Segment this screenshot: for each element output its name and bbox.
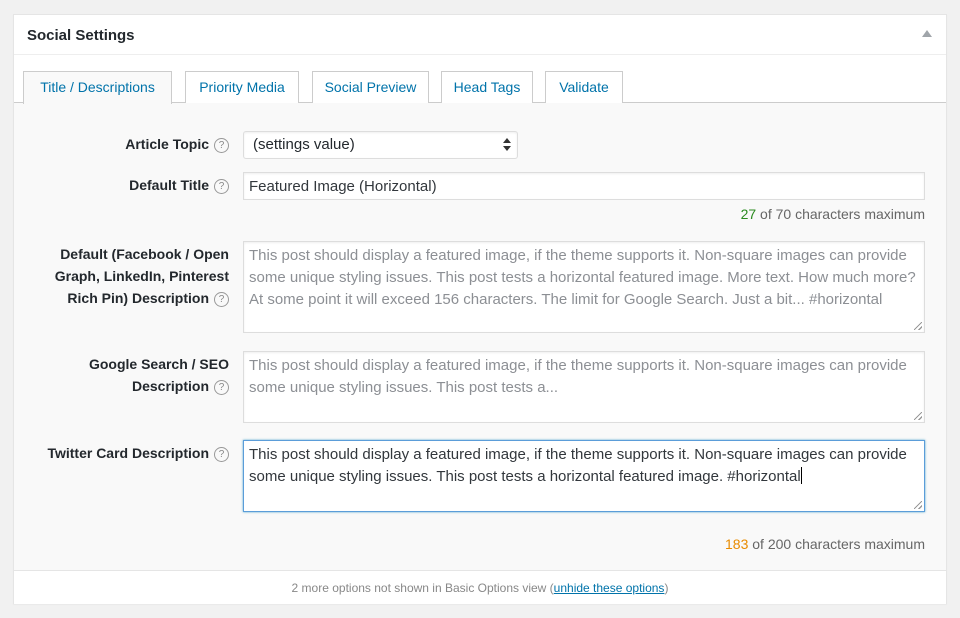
twitter-description-textarea[interactable]: This post should display a featured imag… (243, 440, 925, 512)
article-topic-selected-value: (settings value) (253, 136, 355, 153)
default-title-label: Default Title? (129, 174, 229, 196)
default-title-label-text: Default Title (129, 177, 209, 193)
collapse-arrow-icon[interactable] (922, 30, 932, 37)
og-description-label-line1: Default (Facebook / Open (60, 246, 229, 262)
seo-description-label-line2-wrap: Description? (9, 375, 229, 397)
twitter-description-label: Twitter Card Description? (47, 442, 229, 464)
seo-description-label-line1: Google Search / SEO (88, 356, 229, 372)
og-description-label-line2: Graph, LinkedIn, Pinterest (54, 268, 229, 284)
text-caret (800, 467, 802, 484)
footer-text: 2 more options not shown in Basic Option… (291, 581, 554, 595)
panel-title: Social Settings (27, 27, 135, 44)
tab-priority-media[interactable]: Priority Media (185, 71, 299, 103)
og-description-textarea[interactable]: This post should display a featured imag… (243, 241, 925, 333)
default-title-counter: 27 of 70 characters maximum (741, 206, 925, 222)
article-topic-label-text: Article Topic (125, 136, 209, 152)
tab-social-preview[interactable]: Social Preview (312, 71, 429, 103)
help-icon[interactable]: ? (214, 138, 229, 153)
tabs-bar: Title / Descriptions Priority Media Soci… (14, 55, 946, 104)
twitter-description-label-text: Twitter Card Description (47, 445, 209, 461)
seo-description-label-line2: Description (131, 378, 209, 394)
footer-text-end: ) (664, 581, 669, 595)
default-title-input[interactable]: Featured Image (Horizontal) (243, 172, 925, 200)
seo-description-label: Google Search / SEO Description? (9, 353, 229, 397)
resize-grip-icon[interactable] (914, 412, 922, 420)
og-description-placeholder: This post should display a featured imag… (249, 247, 916, 308)
panel-header: Social Settings (14, 15, 946, 55)
default-title-count: 27 (740, 206, 757, 222)
seo-description-textarea[interactable]: This post should display a featured imag… (243, 351, 925, 423)
resize-grip-icon[interactable] (914, 322, 922, 330)
help-icon[interactable]: ? (214, 292, 229, 307)
resize-grip-icon[interactable] (914, 501, 922, 509)
help-icon[interactable]: ? (214, 447, 229, 462)
help-icon[interactable]: ? (214, 380, 229, 395)
seo-description-placeholder: This post should display a featured imag… (249, 357, 907, 396)
unhide-options-link[interactable]: unhide these options (554, 581, 665, 595)
default-title-count-suffix: of 70 characters maximum (760, 206, 925, 222)
tab-content: Article Topic? (settings value) Default … (14, 103, 946, 570)
og-description-label-line3: Rich Pin) Description (67, 290, 209, 306)
twitter-description-counter: 183 of 200 characters maximum (725, 536, 925, 552)
tab-head-tags[interactable]: Head Tags (441, 71, 533, 103)
og-description-label: Default (Facebook / Open Graph, LinkedIn… (9, 243, 229, 309)
article-topic-select[interactable]: (settings value) (243, 131, 518, 159)
tab-title-descriptions[interactable]: Title / Descriptions (23, 71, 172, 104)
social-settings-panel: Social Settings Title / Descriptions Pri… (13, 14, 947, 604)
twitter-description-count: 183 (725, 536, 749, 552)
tab-validate[interactable]: Validate (545, 71, 623, 103)
options-footer: 2 more options not shown in Basic Option… (14, 570, 946, 604)
twitter-description-count-suffix: of 200 characters maximum (752, 536, 925, 552)
article-topic-label: Article Topic? (125, 133, 229, 155)
help-icon[interactable]: ? (214, 179, 229, 194)
twitter-description-value: This post should display a featured imag… (249, 446, 907, 485)
select-arrows-icon (503, 138, 511, 152)
og-description-label-line3-wrap: Rich Pin) Description? (9, 287, 229, 309)
